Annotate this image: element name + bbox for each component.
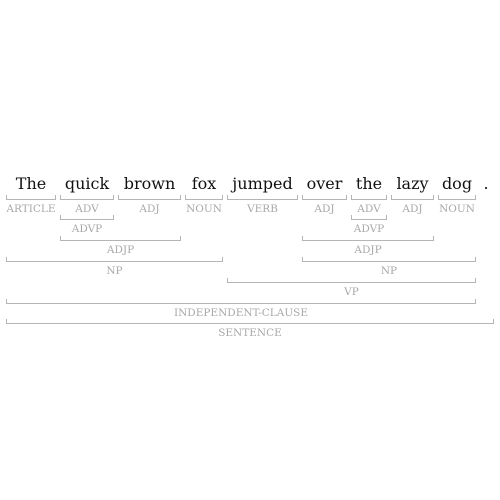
pos-bracket <box>351 195 387 200</box>
pos-tag-article: ARTICLE <box>6 203 56 215</box>
phrase-label-np: NP <box>106 265 123 277</box>
phrase-bracket-advp <box>60 215 114 220</box>
word-fox: fox <box>191 174 217 193</box>
parse-tree-diagram: The quick brown fox jumped over the lazy… <box>0 0 500 500</box>
phrase-bracket-vp <box>227 278 476 283</box>
phrase-bracket-sentence <box>6 319 494 324</box>
word-quick: quick <box>64 174 110 193</box>
pos-bracket <box>60 195 114 200</box>
word-dog: dog <box>441 174 473 193</box>
pos-bracket <box>391 195 434 200</box>
pos-bracket <box>185 195 223 200</box>
pos-tag-adv: ADV <box>75 203 99 215</box>
word-over: over <box>306 174 343 193</box>
pos-tag-verb: VERB <box>247 203 278 215</box>
phrase-label-adjp: ADJP <box>106 244 135 256</box>
phrase-label-advp: ADVP <box>353 223 385 235</box>
pos-bracket <box>118 195 181 200</box>
phrase-label-sentence: SENTENCE <box>218 327 282 339</box>
word-jumped: jumped <box>232 174 293 193</box>
word-the-2: the <box>355 174 383 193</box>
phrase-bracket-advp <box>351 215 387 220</box>
pos-tag-adj: ADJ <box>314 203 335 215</box>
phrase-bracket-independent-clause <box>6 299 476 304</box>
phrase-bracket-np <box>302 257 476 262</box>
phrase-label-adjp: ADJP <box>354 244 382 256</box>
word-lazy: lazy <box>396 174 429 193</box>
word-brown: brown <box>123 174 176 193</box>
pos-tag-adj: ADJ <box>402 203 423 215</box>
pos-tag-adj: ADJ <box>139 203 160 215</box>
phrase-label-vp: VP <box>344 286 359 298</box>
pos-bracket <box>302 195 347 200</box>
pos-tag-noun: NOUN <box>186 203 222 215</box>
phrase-bracket-adjp <box>302 236 434 241</box>
pos-bracket <box>438 195 476 200</box>
pos-bracket <box>6 195 56 200</box>
word-the: The <box>15 174 47 193</box>
pos-tag-noun: NOUN <box>439 203 475 215</box>
word-period: . <box>483 174 489 193</box>
phrase-label-independent-clause: INDEPENDENT-CLAUSE <box>173 307 309 319</box>
phrase-bracket-np <box>6 257 223 262</box>
phrase-label-advp: ADVP <box>71 223 103 235</box>
phrase-label-np: NP <box>380 265 398 277</box>
pos-bracket <box>227 195 298 200</box>
pos-tag-adv: ADV <box>357 203 381 215</box>
phrase-bracket-adjp <box>60 236 181 241</box>
